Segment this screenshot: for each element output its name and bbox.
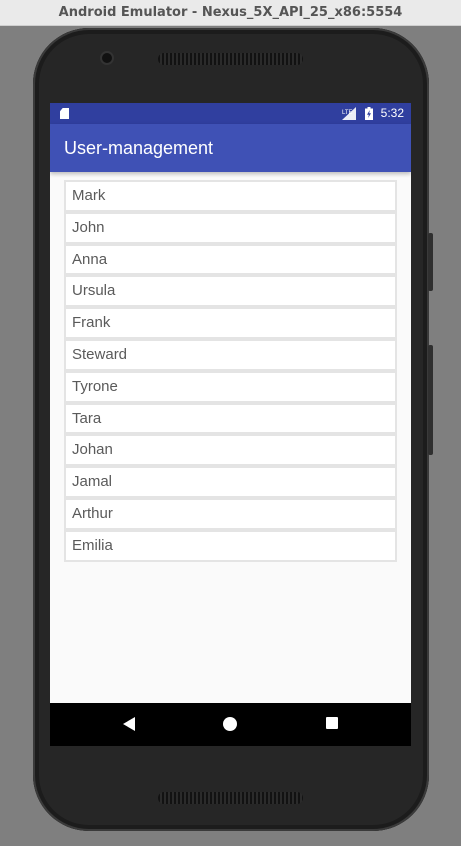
navigation-bar	[50, 703, 411, 746]
app-bar: User-management	[50, 124, 411, 172]
list-item[interactable]: Tara	[64, 402, 397, 435]
list-item[interactable]: Ursula	[64, 275, 397, 308]
app-title: User-management	[64, 138, 214, 158]
battery-charging-icon	[365, 107, 373, 120]
device-screen: LTE 5:32 User-management Mark John Anna Urs…	[50, 103, 411, 746]
list-item[interactable]: Frank	[64, 307, 397, 339]
phone-side-button-lower[interactable]	[428, 345, 433, 455]
list-item[interactable]: Jamal	[64, 466, 397, 498]
network-badge: LTE	[342, 110, 353, 116]
list-item[interactable]: Johan	[64, 434, 397, 467]
home-icon[interactable]	[223, 717, 237, 731]
list-item[interactable]: John	[64, 211, 397, 244]
recents-icon[interactable]	[326, 717, 338, 729]
signal-icon: LTE	[342, 107, 356, 120]
emulator-window-title: Android Emulator - Nexus_5X_API_25_x86:5…	[0, 0, 461, 26]
top-speaker-grille	[158, 53, 303, 65]
sd-card-icon	[60, 108, 69, 119]
back-icon[interactable]	[123, 717, 135, 731]
user-list: Mark John Anna Ursula Frank Steward Tyrone Tara…	[64, 180, 397, 562]
front-camera-icon	[102, 53, 112, 63]
list-item[interactable]: Anna	[64, 243, 397, 276]
list-item[interactable]: Emilia	[64, 529, 397, 562]
list-item[interactable]: Tyrone	[64, 370, 397, 403]
list-item[interactable]: Mark	[64, 180, 397, 212]
bottom-speaker-grille	[158, 792, 303, 804]
status-clock: 5:32	[380, 106, 404, 120]
phone-side-button-upper[interactable]	[428, 233, 433, 291]
list-item[interactable]: Arthur	[64, 497, 397, 530]
list-item[interactable]: Steward	[64, 338, 397, 371]
status-bar: LTE 5:32	[50, 103, 411, 124]
